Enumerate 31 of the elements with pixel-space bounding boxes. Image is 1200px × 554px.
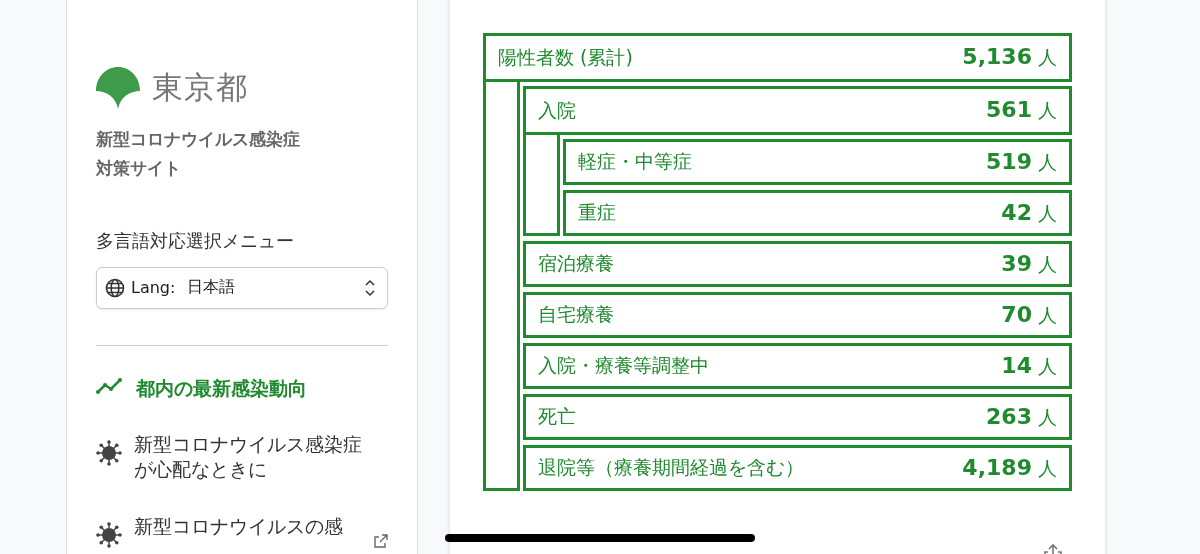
count-value: 70 人: [1001, 301, 1057, 329]
count-value: 561 人: [986, 97, 1057, 124]
category-label: 陽性者数 (累計): [498, 44, 633, 70]
nav-link[interactable]: 都内の最新感染動向: [96, 375, 388, 401]
category-label: 自宅療養: [538, 302, 614, 327]
count-value: 14 人: [1001, 352, 1057, 380]
category-label: 軽症・中等症: [578, 149, 692, 174]
globe-icon: [105, 277, 125, 298]
category-label: 死亡: [538, 404, 576, 429]
category-label: 宿泊療養: [538, 251, 614, 276]
nav-link[interactable]: 新型コロナウイルス感染症が心配なときに: [96, 432, 388, 482]
count-value: 42 人: [1001, 199, 1057, 227]
category-label: 退院等（療養期間経過を含む）: [538, 455, 804, 480]
category-label: 入院: [538, 97, 576, 123]
language-menu-label: 多言語対応選択メニュー: [96, 228, 295, 253]
ginkgo-leaf-icon: [96, 67, 140, 109]
category-label: 重症: [578, 200, 616, 225]
count-value: 4,189 人: [962, 454, 1057, 482]
logo-text: 東京都: [152, 68, 248, 107]
count-value: 39 人: [1001, 250, 1057, 278]
line-chart-icon: [96, 376, 124, 395]
count-value: 263 人: [986, 403, 1057, 431]
count-value: 519 人: [986, 148, 1057, 176]
dropdown-chevron-icon: [365, 278, 375, 297]
site-title: 新型コロナウイルス感染症対策サイト: [96, 128, 300, 180]
category-label: 入院・療養等調整中: [538, 353, 709, 378]
nav-link[interactable]: 新型コロナウイルスの感: [96, 513, 388, 548]
language-select[interactable]: Lang: 日本語: [96, 266, 388, 309]
virus-icon: [96, 440, 122, 467]
count-value: 5,136 人: [962, 44, 1057, 71]
virus-icon: [96, 521, 122, 548]
